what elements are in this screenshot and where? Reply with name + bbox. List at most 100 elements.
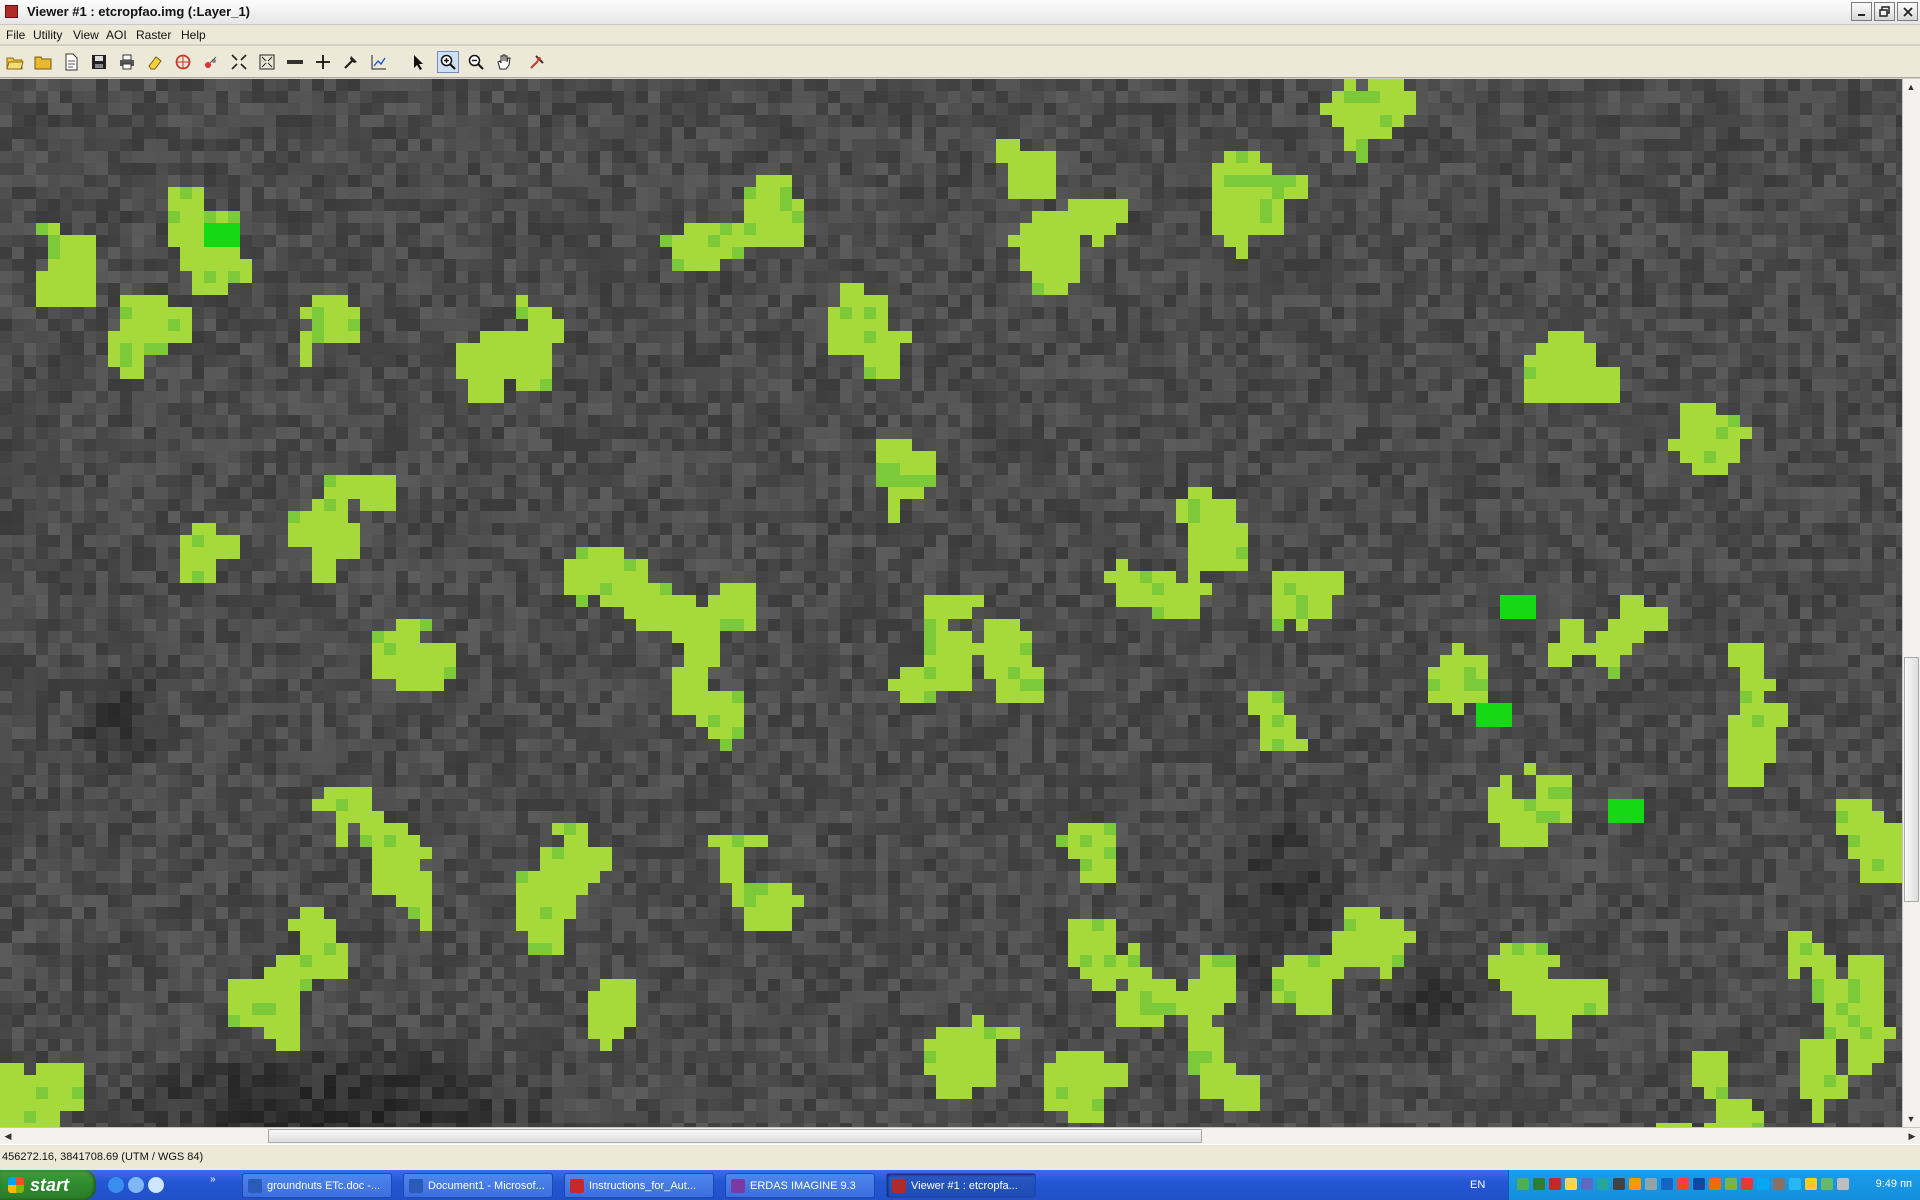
raster-pixel <box>864 187 876 199</box>
save-button[interactable] <box>88 51 110 73</box>
raster-image[interactable] <box>0 79 1902 1127</box>
raster-pixel <box>1488 151 1500 163</box>
raster-pixel <box>300 403 312 415</box>
raster-pixel <box>900 247 912 259</box>
raster-pixel <box>144 271 156 283</box>
raster-pixel <box>528 235 540 247</box>
document-icon <box>65 53 78 71</box>
print-button[interactable] <box>116 51 138 73</box>
globe-button[interactable] <box>172 51 194 73</box>
raster-pixel <box>240 367 252 379</box>
folder-button[interactable] <box>32 51 54 73</box>
raster-pixel <box>912 367 924 379</box>
zoom-out-button[interactable] <box>465 51 487 73</box>
raster-pixel <box>1140 127 1152 139</box>
raster-pixel <box>960 331 972 343</box>
raster-pixel <box>1212 307 1224 319</box>
raster-pixel <box>1536 115 1548 127</box>
raster-pixel <box>888 283 900 295</box>
document-button[interactable] <box>60 51 82 73</box>
raster-pixel <box>1524 439 1536 451</box>
profile-button[interactable] <box>368 51 390 73</box>
raster-pixel <box>1512 91 1524 103</box>
raster-pixel <box>1452 127 1464 139</box>
zoom-extent-button[interactable] <box>228 51 250 73</box>
raster-pixel <box>1824 319 1836 331</box>
image-viewer[interactable] <box>0 79 1902 1127</box>
maximize-button[interactable] <box>1874 2 1895 21</box>
raster-pixel <box>1284 223 1296 235</box>
raster-pixel <box>252 403 264 415</box>
raster-pixel <box>1836 319 1848 331</box>
raster-pixel <box>156 259 168 271</box>
fit-window-button[interactable] <box>256 51 278 73</box>
raster-pixel <box>948 175 960 187</box>
raster-pixel <box>1020 91 1032 103</box>
raster-pixel <box>1848 211 1860 223</box>
raster-pixel <box>312 199 324 211</box>
raster-pixel <box>1368 271 1380 283</box>
raster-pixel <box>1068 79 1080 91</box>
menu-raster[interactable]: Raster <box>136 28 171 42</box>
raster-pixel <box>1272 151 1284 163</box>
raster-pixel <box>144 223 156 235</box>
raster-pixel <box>180 115 192 127</box>
raster-pixel <box>1272 259 1284 271</box>
raster-pixel <box>936 355 948 367</box>
menu-aoi[interactable]: AOI <box>106 28 127 42</box>
raster-pixel <box>300 259 312 271</box>
menu-file[interactable]: File <box>6 28 25 42</box>
menu-view[interactable]: View <box>73 28 99 42</box>
raster-pixel <box>912 175 924 187</box>
raster-pixel <box>1704 139 1716 151</box>
link-button[interactable] <box>526 51 548 73</box>
raster-pixel <box>1404 259 1416 271</box>
raster-pixel <box>1536 79 1548 91</box>
raster-pixel <box>1524 307 1536 319</box>
raster-pixel <box>288 151 300 163</box>
close-button[interactable] <box>1897 2 1918 21</box>
raster-pixel <box>492 403 504 415</box>
raster-pixel <box>312 91 324 103</box>
raster-pixel <box>1608 91 1620 103</box>
raster-pixel <box>768 367 780 379</box>
raster-pixel <box>156 223 168 235</box>
raster-pixel <box>540 295 552 307</box>
raster-pixel <box>1584 307 1596 319</box>
raster-pixel <box>1332 247 1344 259</box>
zoom-in-button[interactable] <box>437 51 459 73</box>
menu-utility[interactable]: Utility <box>33 28 62 42</box>
clear-button[interactable] <box>200 51 222 73</box>
raster-pixel <box>984 151 996 163</box>
raster-pixel <box>1188 127 1200 139</box>
minimize-button[interactable] <box>1851 2 1872 21</box>
open-button[interactable] <box>4 51 26 73</box>
inquire-button[interactable] <box>340 51 362 73</box>
raster-pixel <box>672 79 684 91</box>
raster-pixel <box>72 403 84 415</box>
raster-pixel <box>372 439 384 451</box>
eraser-button[interactable] <box>144 51 166 73</box>
raster-pixel <box>744 151 756 163</box>
crosshair-button[interactable] <box>312 51 334 73</box>
raster-pixel <box>372 223 384 235</box>
raster-pixel <box>1092 283 1104 295</box>
raster-pixel <box>840 247 852 259</box>
pan-button[interactable] <box>493 51 515 73</box>
raster-pixel <box>108 439 120 451</box>
raster-pixel <box>264 247 276 259</box>
raster-pixel <box>1824 259 1836 271</box>
raster-pixel <box>1620 427 1632 439</box>
raster-pixel <box>336 343 348 355</box>
raster-pixel <box>36 187 48 199</box>
raster-pixel <box>1128 439 1140 451</box>
raster-pixel <box>84 391 96 403</box>
raster-pixel <box>348 427 360 439</box>
raster-pixel <box>1668 187 1680 199</box>
raster-pixel <box>1104 127 1116 139</box>
select-button[interactable] <box>408 51 430 73</box>
raster-pixel <box>792 343 804 355</box>
raster-pixel <box>1296 427 1308 439</box>
menu-help[interactable]: Help <box>181 28 206 42</box>
measure-button[interactable] <box>284 51 306 73</box>
